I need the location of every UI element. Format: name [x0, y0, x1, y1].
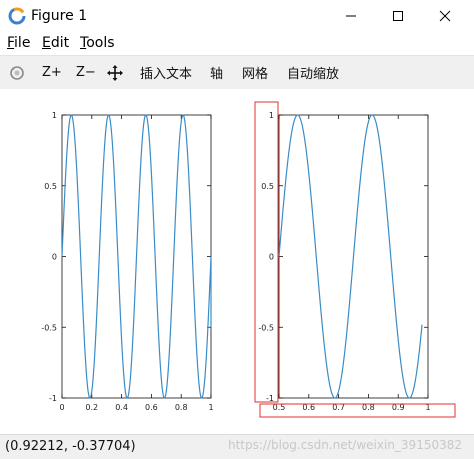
grid-button[interactable]: 网格 [242, 56, 268, 89]
figure-canvas[interactable]: 0 0.2 0.4 0.6 0.8 1 1 0.5 0 -0.5 -1 0.5 0.6 0.7 0.8 0.… [0, 89, 474, 434]
x-tick-label: 0.6 [145, 403, 158, 412]
insert-text-button[interactable]: 插入文本 [140, 56, 192, 89]
menu-file-label: ile [14, 35, 31, 51]
status-bar: (0.92212, -0.37704) https://blog.csdn.ne… [0, 434, 474, 459]
axis-button[interactable]: 轴 [210, 56, 223, 89]
menu-file-mnemonic: F [7, 35, 15, 51]
y-tick-label: 0.5 [44, 182, 57, 191]
y-tick-label: -1 [49, 394, 57, 403]
y-ticks-highlight-box [254, 101, 279, 403]
pan-button[interactable] [107, 56, 123, 89]
close-button[interactable] [422, 0, 468, 32]
menu-edit-label: dit [50, 35, 70, 51]
x-tick-label: 0.2 [85, 403, 98, 412]
maximize-icon [393, 11, 403, 21]
series-line [61, 114, 212, 399]
menu-edit[interactable]: Edit [42, 35, 69, 51]
rotate-button[interactable] [9, 56, 25, 89]
watermark-text: https://blog.csdn.net/weixin_39150382 [227, 438, 462, 452]
y-tick-label: 0.5 [261, 182, 274, 191]
title-bar: Figure 1 [0, 0, 474, 32]
x-tick-label: 1 [208, 403, 213, 412]
y-tick-label: 1 [52, 111, 57, 120]
rotate-icon [10, 65, 24, 80]
close-icon [439, 10, 451, 22]
octave-logo-icon [8, 7, 26, 25]
toolbar: Z+ Z− 插入文本 轴 网格 自动缩放 [0, 55, 474, 90]
y-tick-label: -0.5 [258, 323, 274, 332]
menu-tools-label: ools [86, 35, 115, 51]
menu-edit-mnemonic: E [42, 35, 51, 51]
menu-bar: File Edit Tools [0, 32, 474, 54]
minimize-button[interactable] [328, 0, 374, 32]
right-axes[interactable]: 0.5 0.6 0.7 0.8 0.9 110.50-0.5-1 [258, 111, 430, 412]
zoom-out-button[interactable]: Z− [76, 56, 96, 89]
x-tick-label: 0 [59, 403, 64, 412]
cursor-coordinates: (0.92212, -0.37704) [5, 439, 136, 454]
left-axes[interactable]: 0 0.2 0.4 0.6 0.8 1 1 0.5 0 -0.5 -1 [41, 111, 213, 412]
y-tick-label: 1 [269, 111, 274, 120]
figure-plot: 0 0.2 0.4 0.6 0.8 110.50-0.5-1 0.5 0.6 0.7 0.8 0.… [41, 101, 456, 418]
menu-file[interactable]: File [7, 35, 30, 51]
x-tick-label: 0.4 [115, 403, 128, 412]
window-title: Figure 1 [31, 8, 88, 24]
x-tick-label: 0.8 [175, 403, 188, 412]
minimize-icon [346, 15, 356, 17]
y-tick-label: -0.5 [41, 323, 57, 332]
autoscale-button[interactable]: 自动缩放 [287, 56, 339, 89]
y-tick-label: 0 [269, 253, 274, 262]
series-line [278, 114, 423, 399]
pan-icon [107, 64, 123, 81]
maximize-button[interactable] [375, 0, 421, 32]
y-tick-label: 0 [52, 253, 57, 262]
zoom-in-button[interactable]: Z+ [42, 56, 62, 89]
menu-tools[interactable]: Tools [80, 35, 115, 51]
